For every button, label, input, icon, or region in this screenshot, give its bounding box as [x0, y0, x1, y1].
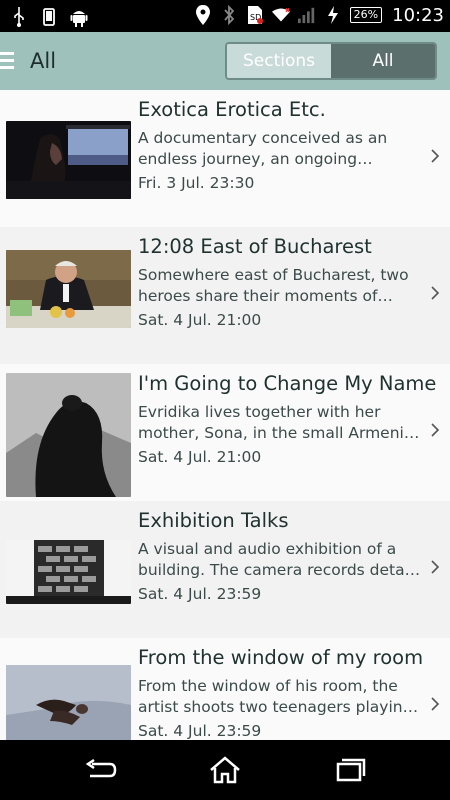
thumbnail-image [6, 665, 131, 740]
back-icon[interactable] [84, 756, 118, 784]
chevron-right-icon [430, 285, 440, 300]
thumbnail-image [6, 373, 131, 497]
app-bar: All Sections All [0, 32, 450, 90]
item-description: A visual and audio exhibition of a build… [138, 540, 422, 579]
item-description: Evridika lives together with her mother,… [138, 403, 422, 442]
tab-all[interactable]: All [331, 44, 435, 78]
item-title: 12:08 East of Bucharest [138, 235, 372, 258]
list-item[interactable]: I'm Going to Change My Name Evridika liv… [0, 364, 450, 501]
usb-icon [10, 6, 28, 28]
item-date: Fri. 3 Jul. 23:30 [138, 174, 255, 192]
item-title: Exotica Erotica Etc. [138, 98, 326, 121]
thumbnail-image [6, 121, 131, 199]
location-icon [194, 4, 212, 26]
chevron-right-icon [430, 559, 440, 574]
recents-icon[interactable] [332, 756, 366, 784]
thumbnail-image [6, 540, 131, 604]
item-description: A documentary conceived as an endless jo… [138, 129, 388, 168]
clock: 10:23 [392, 4, 444, 26]
chevron-right-icon [430, 696, 440, 711]
list-item[interactable]: Exotica Erotica Etc. A documentary conce… [0, 90, 450, 227]
item-description: From the window of his room, the artist … [138, 677, 422, 716]
navigation-bar [0, 740, 450, 800]
item-date: Sat. 4 Jul. 23:59 [138, 722, 262, 740]
signal-icon [297, 4, 316, 26]
item-date: Sat. 4 Jul. 21:00 [138, 448, 262, 466]
bluetooth-icon [220, 4, 238, 26]
item-title: Exhibition Talks [138, 509, 289, 532]
home-icon[interactable] [208, 756, 242, 784]
list-item[interactable]: From the window of my room From the wind… [0, 638, 450, 740]
thumbnail-image [6, 250, 131, 328]
chevron-right-icon [430, 422, 440, 437]
item-description: Somewhere east of Bucharest, two heroes … [138, 266, 409, 305]
list-item[interactable]: 12:08 East of Bucharest Somewhere east o… [0, 227, 450, 364]
menu-icon[interactable] [0, 52, 14, 70]
item-title: I'm Going to Change My Name [138, 372, 437, 395]
wifi-icon [271, 4, 290, 26]
item-title: From the window of my room [138, 646, 424, 669]
sim-icon: SD [246, 4, 264, 26]
android-icon [70, 6, 88, 28]
event-list: Exotica Erotica Etc. A documentary conce… [0, 90, 450, 740]
item-date: Sat. 4 Jul. 23:59 [138, 585, 262, 603]
section-toggle: Sections All [225, 42, 437, 80]
page-title: All [30, 49, 57, 73]
item-date: Sat. 4 Jul. 21:00 [138, 311, 262, 329]
list-item[interactable]: Exhibition Talks A visual and audio exhi… [0, 501, 450, 638]
battery-indicator: 26% [349, 7, 383, 23]
tab-sections[interactable]: Sections [227, 44, 331, 78]
status-bar: SD 26% 10:23 [0, 0, 450, 32]
charging-icon [324, 4, 342, 26]
chevron-right-icon [430, 148, 440, 163]
phone-icon [40, 6, 58, 28]
